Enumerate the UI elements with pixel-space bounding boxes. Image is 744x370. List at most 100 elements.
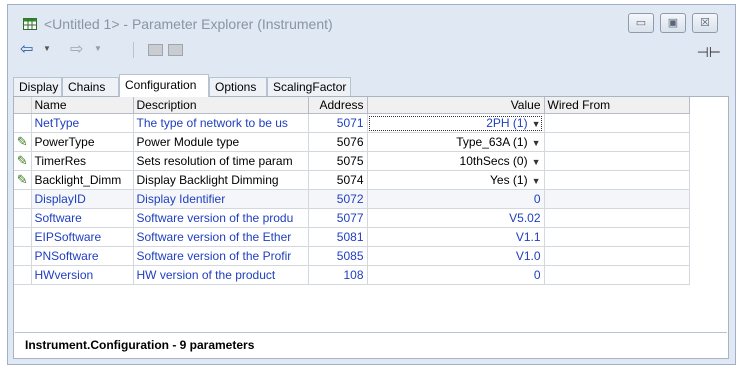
cell-address: 5074	[308, 170, 368, 190]
table-row[interactable]: ✎ Backlight_Dimm Display Backlight Dimming…	[14, 170, 690, 190]
pencil-edit-icon: ✎	[16, 153, 28, 168]
cell-name: NetType	[31, 113, 134, 133]
forward-history-dropdown-icon[interactable]: ▼	[94, 44, 102, 53]
cell-name: TimerRes	[31, 151, 134, 171]
back-history-dropdown-icon[interactable]: ▼	[43, 44, 51, 53]
cell-description: Software version of the produ	[133, 208, 309, 228]
cell-value: Yes (1)	[490, 173, 528, 187]
pin-icon[interactable]: ⊣⊢	[697, 44, 721, 61]
dropdown-arrow-icon[interactable]: ▼	[532, 157, 541, 167]
cell-wired-from[interactable]	[544, 151, 690, 171]
cell-description: HW version of the product	[133, 265, 309, 285]
table-row[interactable]: NetType The type of network to be us 5071 2…	[14, 113, 690, 133]
cell-description: Power Module type	[133, 132, 309, 152]
table-row[interactable]: ✎ TimerRes Sets resolution of time param 50…	[14, 151, 690, 171]
value-select[interactable]: Yes (1) ▼	[367, 170, 545, 190]
cell-wired-from[interactable]	[544, 113, 690, 133]
table-body: NetType The type of network to be us 5071 2…	[14, 113, 690, 285]
tab-configuration[interactable]: Configuration	[119, 74, 209, 97]
row-gutter: ✎	[14, 132, 32, 152]
cell-name: HWversion	[31, 265, 134, 285]
toolbar-separator	[133, 42, 134, 58]
minimize-icon: ▭	[635, 17, 647, 29]
column-header-wired-from[interactable]: Wired From	[544, 97, 690, 114]
row-gutter	[14, 227, 32, 247]
dropdown-arrow-icon[interactable]: ▼	[532, 176, 541, 186]
cell-name: PNSoftware	[31, 246, 134, 266]
cell-address: 5071	[308, 113, 368, 133]
row-gutter	[14, 246, 32, 266]
cell-address: 5081	[308, 227, 368, 247]
tab-display[interactable]: Display	[13, 77, 62, 96]
title-bar: <Untitled 1> - Parameter Explorer (Instr…	[8, 5, 735, 37]
cell-wired-from[interactable]	[544, 189, 690, 209]
value-field[interactable]: V1.0	[367, 246, 545, 266]
cell-wired-from[interactable]	[544, 170, 690, 190]
row-gutter	[14, 208, 32, 228]
value-select[interactable]: Type_63A (1) ▼	[367, 132, 545, 152]
maximize-button[interactable]: ▣	[660, 13, 686, 33]
column-header-address[interactable]: Address	[308, 97, 368, 114]
close-button[interactable]: ☒	[692, 13, 718, 33]
column-header-name[interactable]: Name	[31, 97, 134, 114]
table-row[interactable]: HWversion HW version of the product 108 0	[14, 265, 690, 285]
table-row[interactable]: PNSoftware Software version of the Profir…	[14, 246, 690, 266]
cell-address: 5072	[308, 189, 368, 209]
tab-scalingfactor[interactable]: ScalingFactor	[267, 77, 351, 96]
value-select[interactable]: 10thSecs (0) ▼	[367, 151, 545, 171]
minimize-button[interactable]: ▭	[628, 13, 654, 33]
dropdown-arrow-icon[interactable]: ▼	[532, 119, 541, 129]
parameter-panel: Name Description Address Value Wired Fro…	[13, 96, 729, 359]
table-row[interactable]: DisplayID Display Identifier 5072 0	[14, 189, 690, 209]
folder-open-icon[interactable]	[168, 44, 183, 56]
tab-chains[interactable]: Chains	[62, 77, 119, 96]
cell-description: Software version of the Profir	[133, 246, 309, 266]
cell-wired-from[interactable]	[544, 265, 690, 285]
cell-value: 2PH (1)	[486, 116, 528, 130]
value-field[interactable]: 0	[367, 189, 545, 209]
cell-wired-from[interactable]	[544, 208, 690, 228]
column-header-description[interactable]: Description	[133, 97, 309, 114]
row-gutter: ✎	[14, 151, 32, 171]
cell-name: Backlight_Dimm	[31, 170, 134, 190]
cell-value: V1.0	[515, 249, 541, 263]
parameter-table: Name Description Address Value Wired Fro…	[14, 97, 690, 285]
value-field[interactable]: V1.1	[367, 227, 545, 247]
column-header-value[interactable]: Value	[367, 97, 545, 114]
row-gutter	[14, 113, 32, 133]
grid-app-icon	[23, 18, 37, 30]
tab-options[interactable]: Options	[209, 77, 267, 96]
dropdown-arrow-icon[interactable]: ▼	[532, 138, 541, 148]
folder-up-icon[interactable]	[148, 44, 163, 56]
cell-address: 5085	[308, 246, 368, 266]
pencil-edit-icon: ✎	[16, 172, 28, 187]
cell-address: 5075	[308, 151, 368, 171]
table-row[interactable]: EIPSoftware Software version of the Ether…	[14, 227, 690, 247]
parameter-explorer-window: <Untitled 1> - Parameter Explorer (Instr…	[7, 4, 736, 365]
forward-arrow-icon[interactable]: ⇨	[70, 41, 83, 59]
cell-value: Type_63A (1)	[456, 135, 528, 149]
maximize-icon: ▣	[667, 17, 679, 29]
status-bar: Instrument.Configuration - 9 parameters	[15, 332, 727, 358]
row-gutter: ✎	[14, 170, 32, 190]
toolbar: ⇦ ▼ ⇨ ▼ ⊣⊢	[8, 38, 735, 62]
pencil-edit-icon: ✎	[16, 134, 28, 149]
value-select[interactable]: 2PH (1) ▼	[367, 113, 545, 133]
value-field[interactable]: 0	[367, 265, 545, 285]
cell-address: 5077	[308, 208, 368, 228]
cell-wired-from[interactable]	[544, 246, 690, 266]
cell-address: 5076	[308, 132, 368, 152]
status-text: Instrument.Configuration - 9 parameters	[25, 338, 255, 352]
value-field[interactable]: V5.02	[367, 208, 545, 228]
cell-description: The type of network to be us	[133, 113, 309, 133]
back-arrow-icon[interactable]: ⇦	[20, 41, 33, 59]
cell-description: Display Backlight Dimming	[133, 170, 309, 190]
table-header-row: Name Description Address Value Wired Fro…	[14, 97, 690, 114]
cell-value: 10thSecs (0)	[459, 154, 528, 168]
table-row[interactable]: Software Software version of the produ 507…	[14, 208, 690, 228]
cell-wired-from[interactable]	[544, 227, 690, 247]
row-gutter	[14, 189, 32, 209]
table-row[interactable]: ✎ PowerType Power Module type 5076 Type_63A …	[14, 132, 690, 152]
cell-name: PowerType	[31, 132, 134, 152]
cell-wired-from[interactable]	[544, 132, 690, 152]
